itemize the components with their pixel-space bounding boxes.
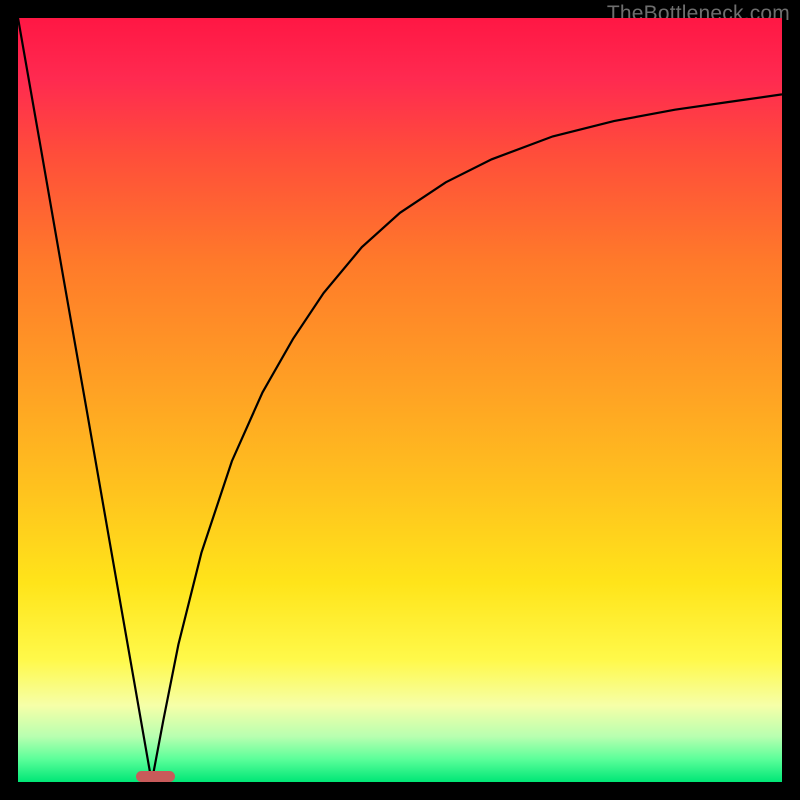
curve-path xyxy=(18,18,782,782)
optimal-marker xyxy=(136,771,174,782)
chart-stage: TheBottleneck.com xyxy=(0,0,800,800)
bottleneck-curve xyxy=(18,18,782,782)
plot-area xyxy=(18,18,782,782)
